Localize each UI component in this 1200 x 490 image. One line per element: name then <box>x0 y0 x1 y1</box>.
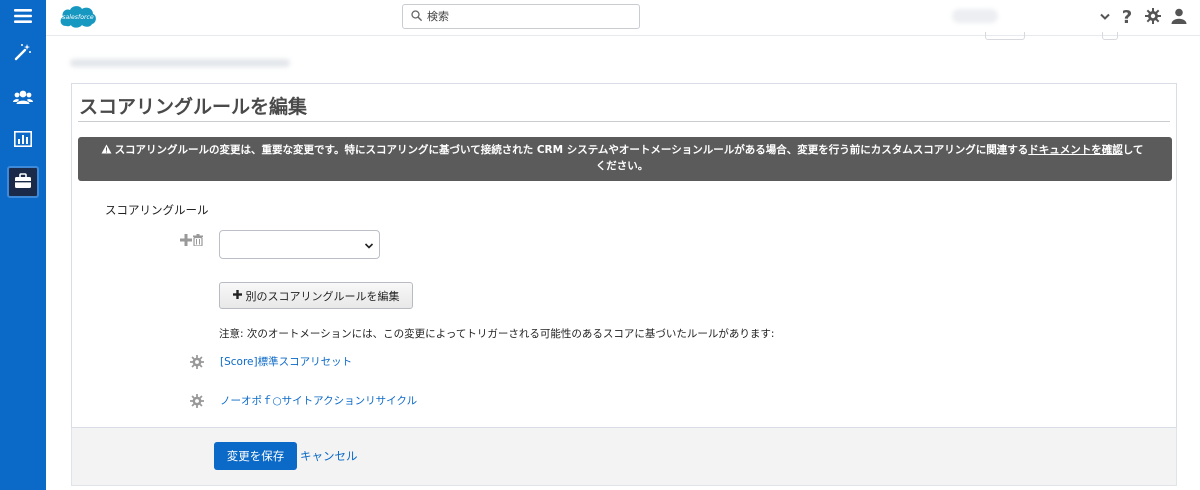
gear-icon <box>190 393 204 408</box>
search-box[interactable] <box>402 4 640 29</box>
scoring-rule-select[interactable] <box>219 230 380 259</box>
plus-icon <box>180 233 192 249</box>
redacted-control <box>1102 32 1118 40</box>
automation-note: 注意: 次のオートメーションには、この変更によってトリガーされる可能性のあるスコ… <box>219 328 775 340</box>
chevron-down-icon <box>1100 10 1110 24</box>
automation-link[interactable]: [Score]標準スコアリセット <box>220 354 352 369</box>
magic-wand-icon <box>14 43 32 64</box>
help-icon: ? <box>1121 6 1133 28</box>
gear-icon <box>1145 7 1161 27</box>
nav-active-indicator <box>7 166 39 198</box>
redacted-control <box>985 32 1025 40</box>
salesforce-logo[interactable]: salesforce <box>58 2 98 30</box>
save-button[interactable]: 変更を保存 <box>214 442 297 470</box>
documentation-link[interactable]: ドキュメントを確認 <box>1028 144 1123 156</box>
warning-banner: スコアリングルールの変更は、重要な変更です。特にスコアリングに基づいて接続された… <box>78 137 1172 181</box>
menu-icon <box>14 8 32 27</box>
warning-text: スコアリングルールの変更は、重要な変更です。特にスコアリングに基づいて接続された… <box>114 144 1029 156</box>
user-icon <box>1171 8 1187 27</box>
automation-item: ノーオポｆ○サイトアクションリサイクル <box>190 393 417 408</box>
user-menu-chevron[interactable] <box>1100 7 1110 27</box>
cancel-link[interactable]: キャンセル <box>300 448 358 464</box>
briefcase-icon <box>14 172 32 192</box>
settings-button[interactable] <box>1144 7 1162 27</box>
users-icon <box>13 89 33 108</box>
header-icons: ? <box>1100 6 1188 28</box>
user-name-redacted <box>952 9 998 23</box>
edit-another-rule-label: 別のスコアリングルールを編集 <box>245 289 400 303</box>
nav-prospects[interactable] <box>0 78 46 118</box>
logo-text: salesforce <box>62 14 94 21</box>
automation-item: [Score]標準スコアリセット <box>190 354 352 369</box>
help-button[interactable]: ? <box>1118 6 1136 28</box>
page-title: スコアリングルールを編集 <box>79 96 308 118</box>
search-icon <box>411 9 422 24</box>
gear-icon <box>190 354 204 369</box>
left-navigation <box>0 0 46 490</box>
nav-automation[interactable] <box>0 33 46 73</box>
plus-icon <box>232 289 242 302</box>
form-footer: 変更を保存 キャンセル <box>71 428 1177 486</box>
add-remove-rule-control[interactable] <box>180 232 206 250</box>
breadcrumb-redacted <box>70 59 290 67</box>
edit-another-rule-button[interactable]: 別のスコアリングルールを編集 <box>219 282 413 309</box>
report-icon <box>14 130 32 150</box>
user-profile-button[interactable] <box>1170 7 1188 27</box>
top-header: salesforce ? <box>46 0 1200 36</box>
automation-link[interactable]: ノーオポｆ○サイトアクションリサイクル <box>220 393 417 408</box>
trash-icon <box>193 233 203 249</box>
nav-reports[interactable] <box>0 120 46 160</box>
search-input[interactable] <box>427 10 627 23</box>
scoring-rule-label: スコアリングルール <box>105 203 209 217</box>
nav-admin[interactable] <box>0 162 46 202</box>
title-divider <box>78 121 1170 122</box>
warning-icon <box>101 144 112 159</box>
edit-scoring-panel: スコアリングルールを編集 スコアリングルールの変更は、重要な変更です。特にスコア… <box>71 83 1177 428</box>
menu-button[interactable] <box>0 0 46 37</box>
